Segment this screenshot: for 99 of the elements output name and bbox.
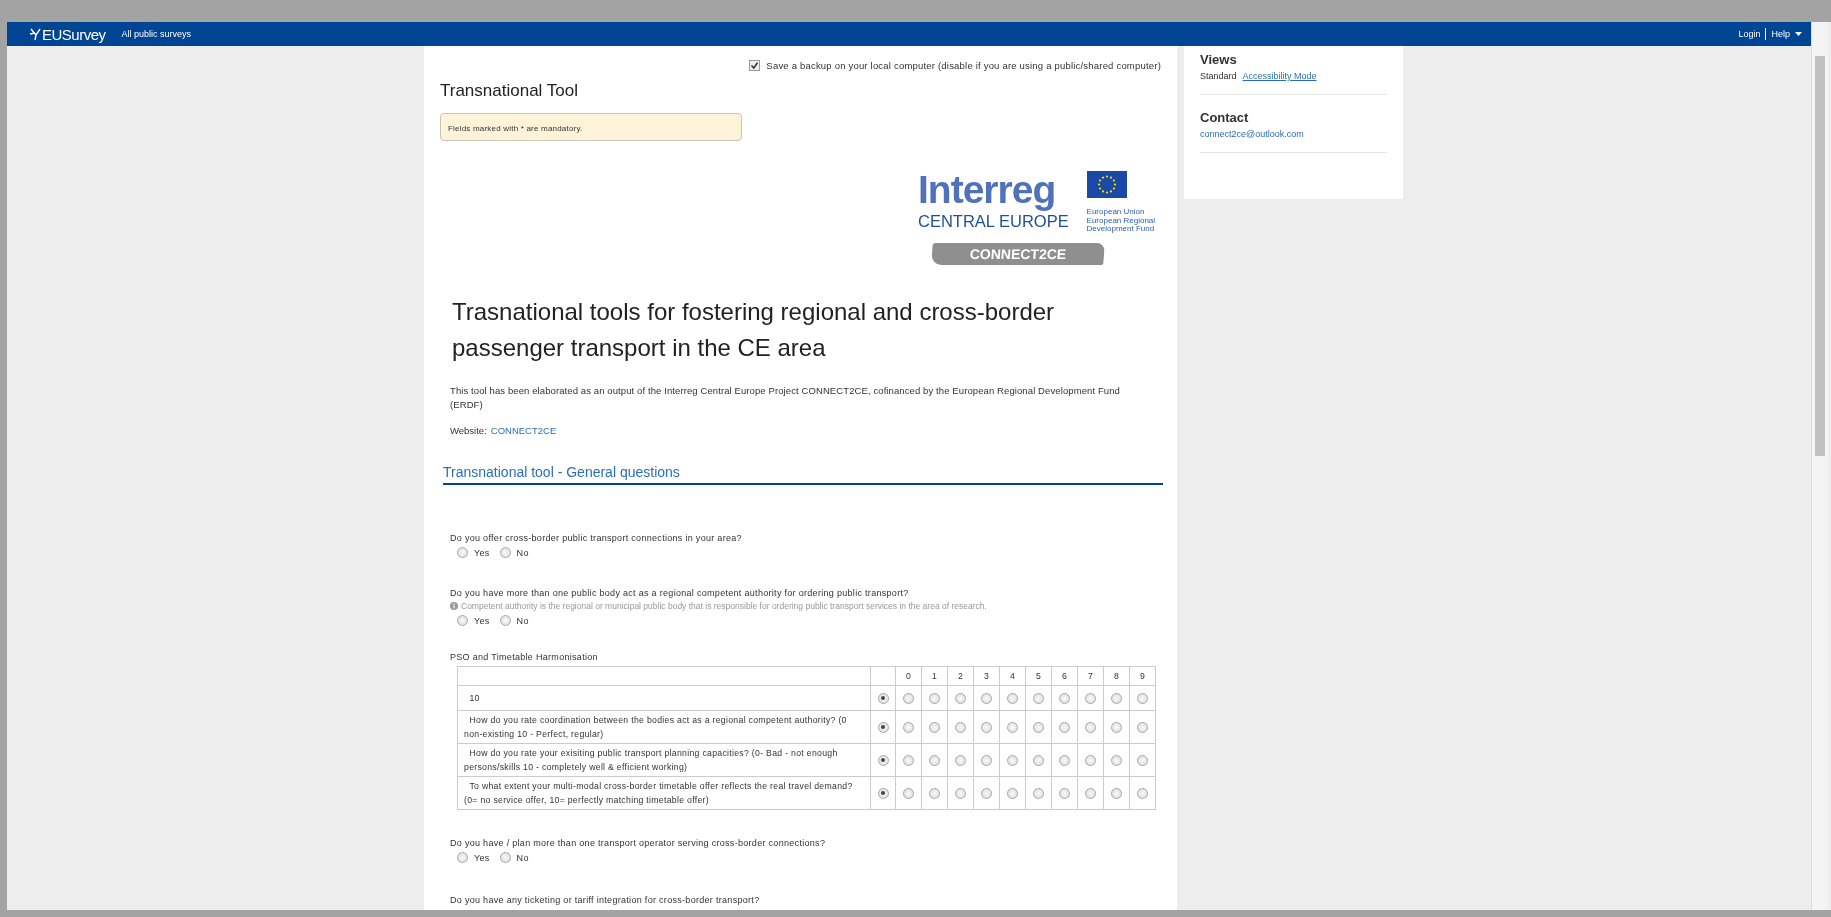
radio-button[interactable] [981,692,992,704]
row-label: How do you rate coordination between the bodies act as a regional competent authority? (0 non-existing 10 - Perfect, regular) [464,715,847,739]
column-header: 3 [983,671,990,681]
option-label: No [516,615,529,626]
radio-button[interactable] [903,787,914,799]
radio-button[interactable] [1111,787,1122,799]
radio-button[interactable] [877,787,889,799]
radio-button[interactable] [1059,787,1070,799]
brand-name[interactable]: EUSurvey [42,25,106,43]
radio-button[interactable] [929,721,940,733]
accessibility-link[interactable]: Accessibility Mode [1242,71,1317,81]
radio-button[interactable] [955,692,966,704]
radio-button[interactable] [929,787,940,799]
radio-button[interactable] [877,721,889,733]
column-header: 2 [957,671,964,681]
radio-button[interactable] [499,852,511,863]
radio-button[interactable] [499,547,511,558]
current-view: Standard [1200,71,1237,81]
radio-button[interactable] [903,692,914,704]
radio-button[interactable] [903,754,914,766]
radio-button[interactable] [1033,787,1044,799]
radio-button[interactable] [955,754,966,766]
backup-label: Save a backup on your local computer (disable if you are using a public/shared computer) [766,60,1161,71]
radio-button[interactable] [1007,692,1018,704]
radio-button[interactable] [1111,692,1122,704]
row-label: 10 [468,693,480,703]
column-header: 6 [1061,671,1068,681]
radio-button[interactable] [1137,787,1148,799]
question-text: PSO and Timetable Harmonisation [450,652,599,662]
help-text: Competent authority is the regional or municipal public body that is responsible for ordering public transport services in the area of research. [461,601,987,611]
radio-button[interactable] [1111,721,1122,733]
logo-drawing: Interreg CENTRAL EUROPE European Union European Regional Development Fund CONNECT2CE [918,171,1168,268]
radio-button[interactable] [499,615,511,626]
panel-heading: Contact [1200,109,1250,125]
radio-button[interactable] [981,754,992,766]
intro-text: This tool has been elaborated as an output of the Interreg Central Europe Project CONNECT2CE, cofinanced by the European Regional Development Fund (ERDF) [450,384,1121,412]
radio-button[interactable] [877,692,889,704]
column-header: 9 [1139,671,1146,681]
help-menu[interactable]: Help [1771,29,1790,39]
radio-button[interactable] [929,754,940,766]
column-header: 5 [1035,671,1042,681]
email-link[interactable]: connect2ce@outlook.com [1200,129,1304,139]
radio-button[interactable] [1007,787,1018,799]
radio-button[interactable] [1137,692,1148,704]
help-icon [450,602,458,610]
radio-button[interactable] [955,721,966,733]
row-label: To what extent your multi-modal cross-border timetable offer reflects the real travel demand? (0= no service offer, 10= perfectly matching timetable offer) [464,781,853,805]
option-label: Yes [474,615,490,626]
row-label: How do you rate your exisiting public transport planning capacities? (0- Bad - not enough persons/skills 10 - completely well & efficient working) [464,748,838,772]
caret-icon [1795,32,1802,36]
radio-button[interactable] [1007,721,1018,733]
radio-button[interactable] [1033,692,1044,704]
radio-button[interactable] [457,852,468,863]
section-title: Transnational tool - General questions [443,464,1163,485]
nav-link[interactable]: All public surveys [121,29,192,39]
radio-button[interactable] [1137,721,1148,733]
radio-button[interactable] [1085,692,1096,704]
radio-button[interactable] [457,615,468,626]
question-text: Do you offer cross-border public transport connections in your area? [450,533,743,543]
mandatory-notice: Fields marked with * are mandatory. [440,113,742,141]
question-text: Do you have / plan more than one transport operator serving cross-border connections? [450,838,827,848]
survey-title: Transnational Tool [440,81,579,101]
radio-button[interactable] [1085,787,1096,799]
question-text: Do you have any ticketing or tariff integration for cross-border transport? [450,895,761,905]
radio-button[interactable] [1085,721,1096,733]
radio-button[interactable] [955,787,966,799]
radio-button[interactable] [1059,754,1070,766]
radio-button[interactable] [457,547,468,558]
website-link[interactable]: CONNECT2CE [490,425,557,436]
panel-heading: Views [1200,51,1238,67]
radio-button[interactable] [1033,721,1044,733]
radio-button[interactable] [903,721,914,733]
option-label: No [516,852,529,863]
radio-button[interactable] [1033,754,1044,766]
column-header: 7 [1087,671,1094,681]
logo-icon [29,27,42,41]
website-label: Website: [450,425,487,436]
radio-button[interactable] [877,754,889,766]
question-text: Do you have more than one public body act as a regional competent authority for ordering public transport? [450,588,910,598]
column-header: 1 [931,671,938,681]
column-header: 0 [905,671,912,681]
radio-button[interactable] [1111,754,1122,766]
radio-button[interactable] [1137,754,1148,766]
column-header: 8 [1113,671,1120,681]
radio-button[interactable] [981,787,992,799]
radio-button[interactable] [981,721,992,733]
radio-button[interactable] [1059,692,1070,704]
radio-button[interactable] [929,692,940,704]
option-label: No [516,547,529,558]
option-label: Yes [474,547,490,558]
survey-heading: Trasnational tools for fostering regional and cross-border passenger transport in the CE area [452,297,1056,363]
radio-button[interactable] [1007,754,1018,766]
checkbox[interactable] [749,60,761,71]
column-header: 4 [1009,671,1016,681]
radio-button[interactable] [1059,721,1070,733]
login-link[interactable]: Login [1738,29,1761,39]
scrollbar[interactable] [1811,22,1828,910]
radio-button[interactable] [1085,754,1096,766]
option-label: Yes [474,852,490,863]
